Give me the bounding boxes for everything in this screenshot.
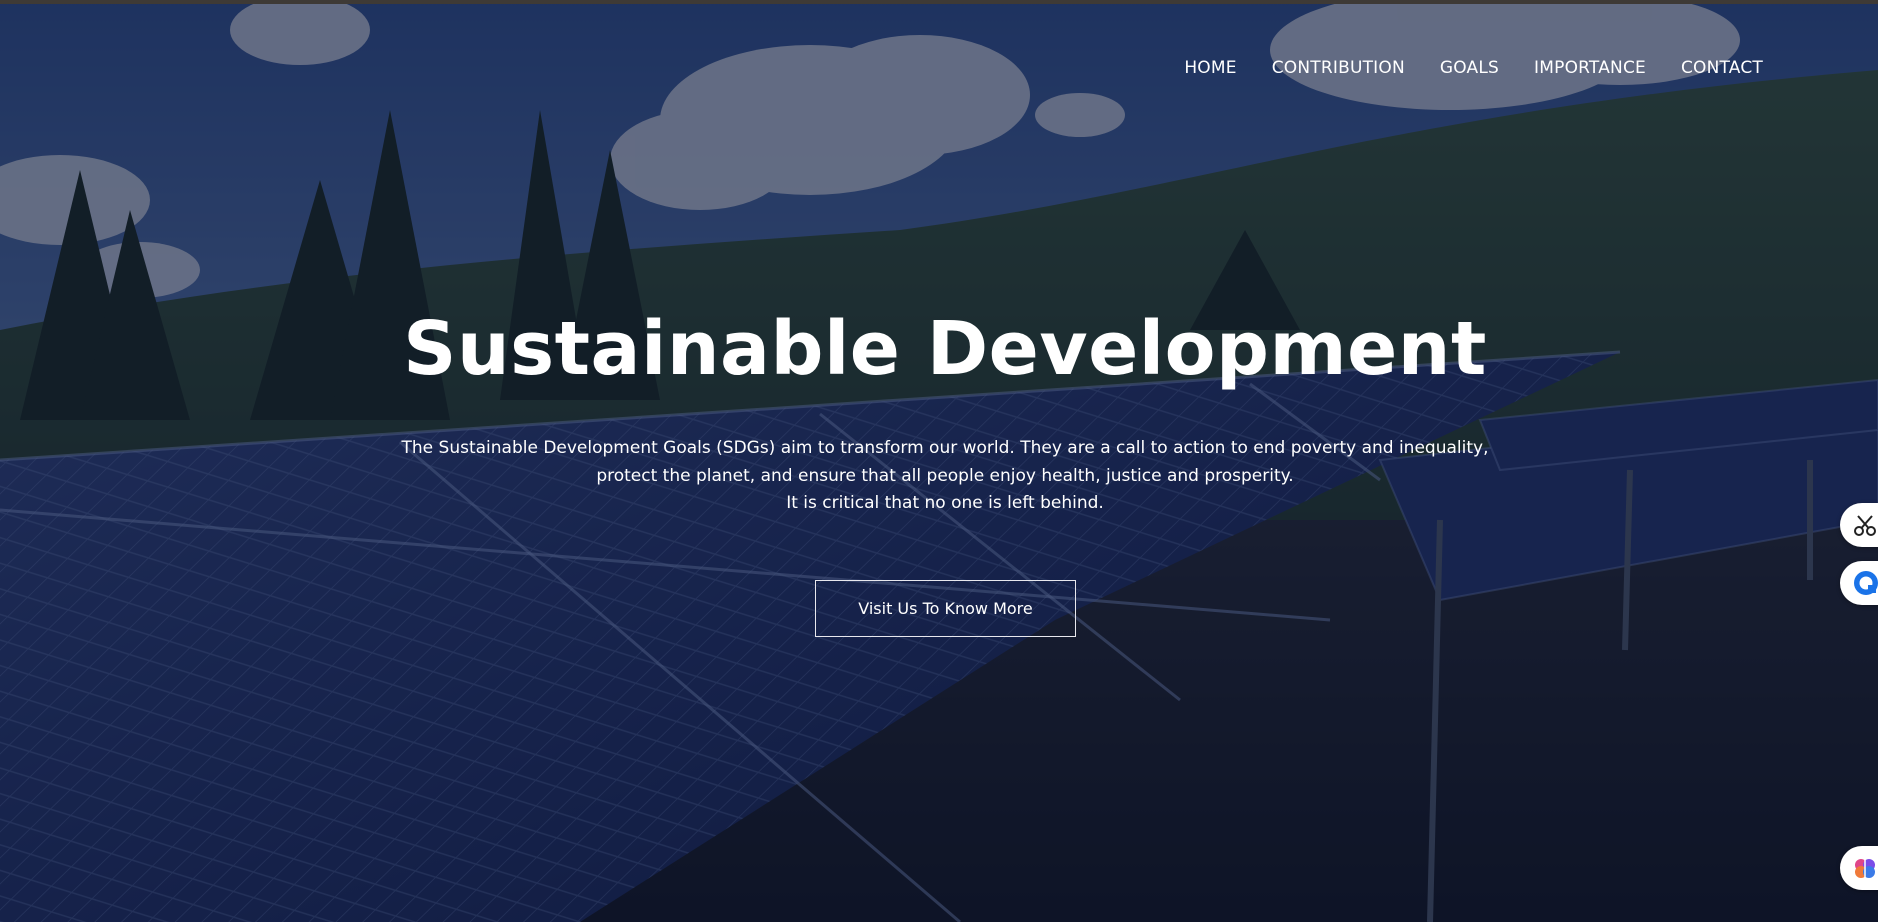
scissors-extension-button[interactable]: [1840, 503, 1878, 547]
nav-contribution[interactable]: CONTRIBUTION: [1272, 54, 1405, 82]
brain-extension-button[interactable]: [1840, 846, 1878, 890]
brain-icon: [1855, 859, 1875, 878]
hero-description-line: protect the planet, and ensure that all …: [596, 465, 1294, 486]
hero-description-line: The Sustainable Development Goals (SDGs)…: [401, 438, 1489, 458]
hero-description-line: It is critical that no one is left behin…: [786, 493, 1104, 513]
nav-contact[interactable]: CONTACT: [1681, 54, 1763, 82]
hero-title: Sustainable Development: [403, 306, 1487, 392]
nav-home[interactable]: HOME: [1184, 54, 1236, 82]
hero-description: The Sustainable Development Goals (SDGs)…: [0, 435, 1878, 518]
chat-bubble-icon: [1854, 571, 1878, 595]
scissors-icon: [1854, 515, 1876, 536]
visit-us-button[interactable]: Visit Us To Know More: [815, 580, 1076, 637]
nav-importance[interactable]: IMPORTANCE: [1534, 54, 1646, 82]
nav-goals[interactable]: GOALS: [1440, 54, 1499, 82]
chat-extension-button[interactable]: [1840, 561, 1878, 605]
main-nav: HOME CONTRIBUTION GOALS IMPORTANCE CONTA…: [1149, 54, 1763, 82]
top-edge: [0, 0, 1878, 4]
